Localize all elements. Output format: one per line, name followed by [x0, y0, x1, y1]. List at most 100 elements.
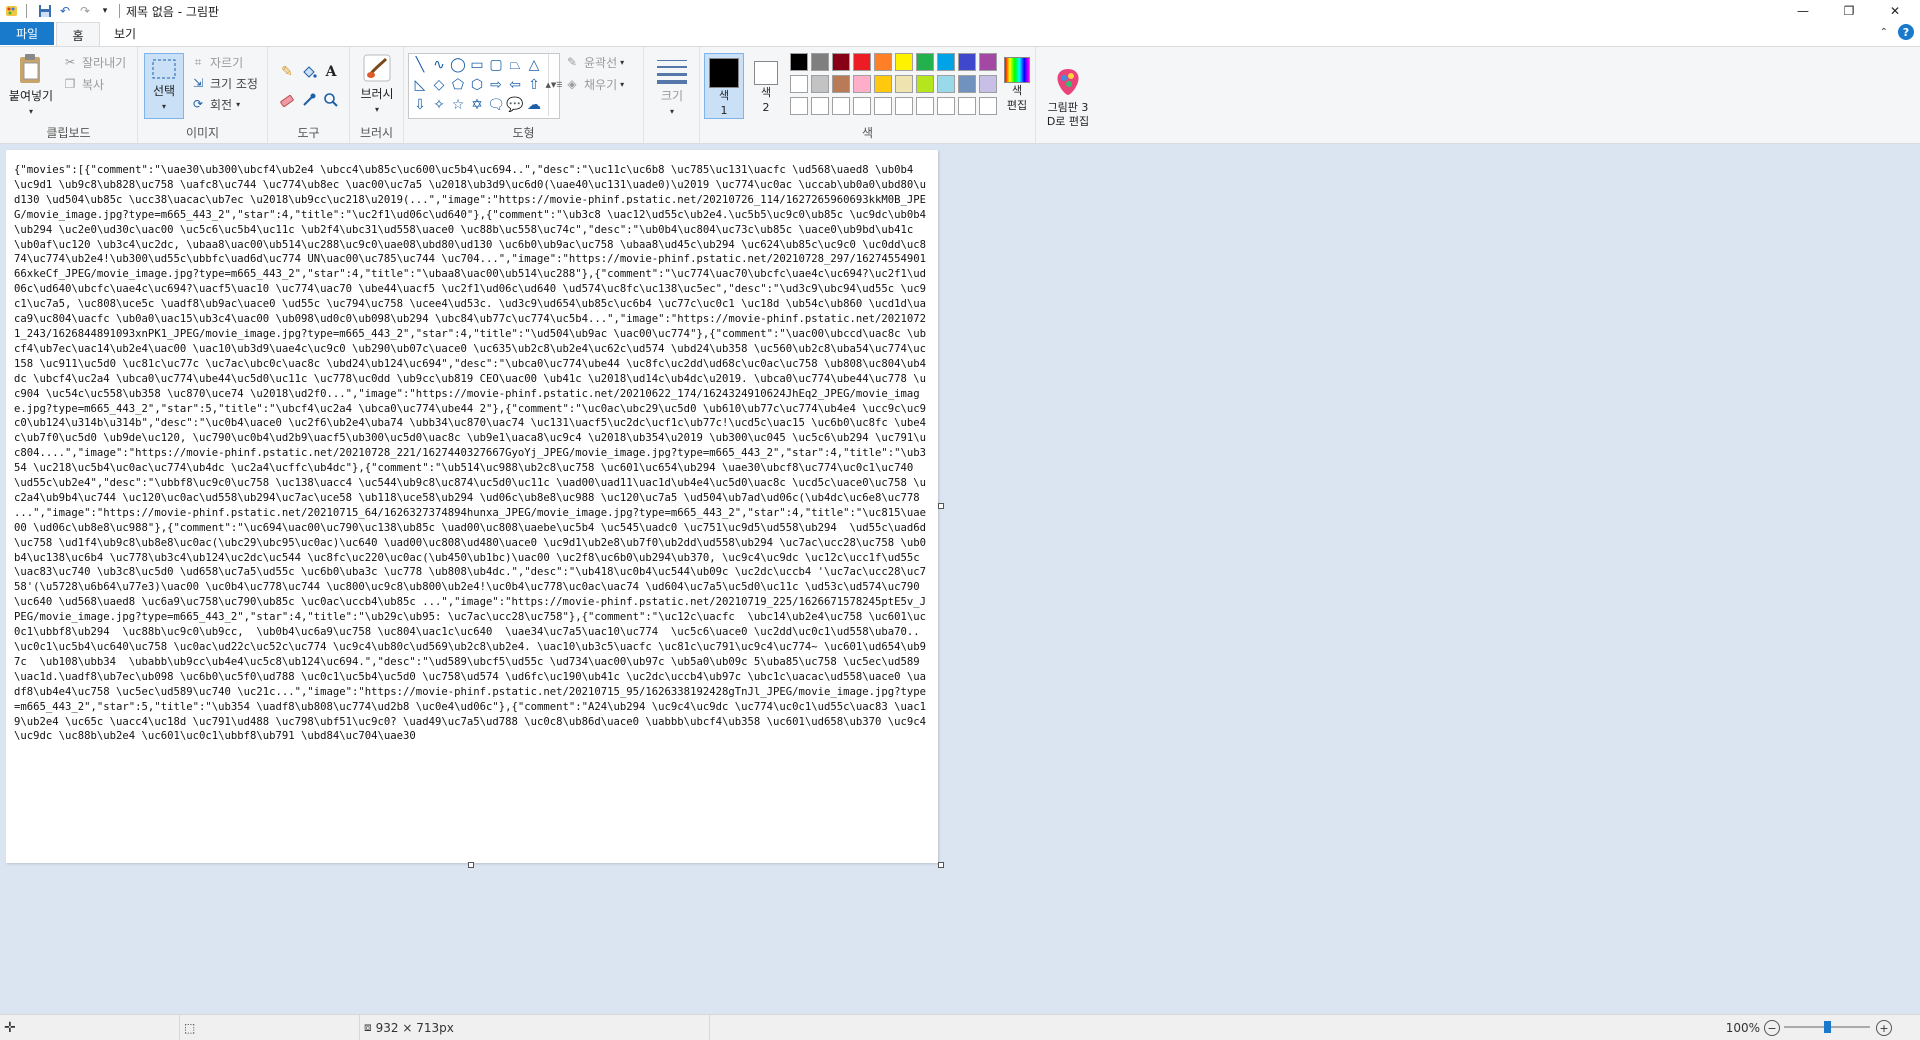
fill-button[interactable]: ◈ 채우기 ▾: [564, 75, 624, 93]
palette-swatch[interactable]: [895, 53, 913, 71]
left-arrow-shape-icon[interactable]: ⇦: [506, 76, 524, 94]
customize-quick-access-icon[interactable]: ▾: [97, 3, 113, 19]
outline-button[interactable]: ✎ 윤곽선 ▾: [564, 53, 624, 71]
fill-bucket-icon[interactable]: [298, 61, 320, 83]
outline-dropdown-icon[interactable]: ▾: [620, 58, 624, 67]
minimize-button[interactable]: —: [1780, 0, 1826, 22]
palette-swatch[interactable]: [853, 75, 871, 93]
zoom-out-icon[interactable]: −: [1764, 1020, 1780, 1036]
palette-swatch[interactable]: [958, 75, 976, 93]
select-dropdown-icon[interactable]: ▾: [162, 99, 166, 114]
edit-colors-button[interactable]: 색 편집: [1000, 53, 1034, 113]
fill-dropdown-icon[interactable]: ▾: [620, 80, 624, 89]
select-button[interactable]: 선택 ▾: [144, 53, 184, 119]
palette-swatch[interactable]: [811, 53, 829, 71]
triangle-shape-icon[interactable]: △: [525, 56, 543, 74]
palette-swatch[interactable]: [916, 53, 934, 71]
palette-swatch[interactable]: [916, 97, 934, 115]
palette-swatch[interactable]: [895, 97, 913, 115]
up-arrow-shape-icon[interactable]: ⇧: [525, 76, 543, 94]
edit-with-paint3d-button[interactable]: 그림판 3 D로 편집: [1040, 53, 1096, 129]
text-tool-icon[interactable]: A: [320, 61, 342, 83]
cloud-callout-shape-icon[interactable]: ☁: [525, 96, 543, 114]
resize-button[interactable]: ⇲ 크기 조정: [190, 74, 258, 92]
palette-swatch[interactable]: [853, 53, 871, 71]
rotate-dropdown-icon[interactable]: ▾: [236, 100, 240, 109]
rounded-rectangle-shape-icon[interactable]: ▢: [487, 56, 505, 74]
palette-swatch[interactable]: [916, 75, 934, 93]
palette-swatch[interactable]: [979, 53, 997, 71]
palette-swatch[interactable]: [937, 75, 955, 93]
four-point-star-shape-icon[interactable]: ✧: [430, 96, 448, 114]
palette-swatch[interactable]: [853, 97, 871, 115]
canvas-resize-handle-right[interactable]: [938, 503, 944, 509]
help-icon[interactable]: ?: [1898, 24, 1914, 40]
collapse-ribbon-icon[interactable]: ⌃: [1880, 27, 1888, 38]
zoom-in-icon[interactable]: +: [1876, 1020, 1892, 1036]
undo-icon[interactable]: ↶: [57, 3, 73, 19]
palette-swatch[interactable]: [790, 53, 808, 71]
size-dropdown-icon[interactable]: ▾: [670, 104, 674, 119]
oval-callout-shape-icon[interactable]: 💬: [506, 96, 524, 114]
redo-icon[interactable]: ↷: [77, 3, 93, 19]
zoom-slider[interactable]: [1784, 1021, 1870, 1033]
oval-shape-icon[interactable]: ◯: [449, 56, 467, 74]
canvas-resize-handle-corner[interactable]: [938, 862, 944, 868]
polygon-shape-icon[interactable]: ⏢: [506, 56, 524, 74]
rotate-button[interactable]: ⟳ 회전 ▾: [190, 95, 240, 113]
palette-swatch[interactable]: [832, 53, 850, 71]
maximize-button[interactable]: ❐: [1826, 0, 1872, 22]
right-triangle-shape-icon[interactable]: ◺: [411, 76, 429, 94]
palette-swatch[interactable]: [832, 97, 850, 115]
tab-home[interactable]: 홈: [56, 22, 100, 47]
paste-dropdown-icon[interactable]: ▾: [29, 104, 33, 119]
cut-button[interactable]: ✂ 잘라내기: [62, 53, 126, 71]
palette-swatch[interactable]: [811, 97, 829, 115]
palette-swatch[interactable]: [832, 75, 850, 93]
color1-button[interactable]: 색 1: [704, 53, 744, 119]
tab-file[interactable]: 파일: [0, 22, 54, 45]
palette-swatch[interactable]: [937, 97, 955, 115]
size-button[interactable]: 크기 ▾: [650, 57, 694, 119]
right-arrow-shape-icon[interactable]: ⇨: [487, 76, 505, 94]
palette-swatch[interactable]: [979, 97, 997, 115]
rectangle-shape-icon[interactable]: ▭: [468, 56, 486, 74]
palette-swatch[interactable]: [979, 75, 997, 93]
pentagon-shape-icon[interactable]: ⬠: [449, 76, 467, 94]
zoom-slider-thumb[interactable]: [1824, 1021, 1831, 1033]
curve-shape-icon[interactable]: ∿: [430, 56, 448, 74]
palette-swatch[interactable]: [790, 75, 808, 93]
palette-swatch[interactable]: [790, 97, 808, 115]
palette-swatch[interactable]: [895, 75, 913, 93]
copy-button[interactable]: ❐ 복사: [62, 75, 104, 93]
six-point-star-shape-icon[interactable]: ✡: [468, 96, 486, 114]
close-button[interactable]: ✕: [1872, 0, 1918, 22]
diamond-shape-icon[interactable]: ◇: [430, 76, 448, 94]
palette-swatch[interactable]: [937, 53, 955, 71]
brushes-button[interactable]: 브러시 ▾: [356, 53, 398, 117]
crop-button[interactable]: ⌗ 자르기: [190, 53, 244, 71]
palette-swatch[interactable]: [874, 53, 892, 71]
color2-button[interactable]: 색 2: [748, 53, 784, 115]
rounded-callout-shape-icon[interactable]: 🗨: [487, 96, 505, 114]
canvas-resize-handle-bottom[interactable]: [468, 862, 474, 868]
hexagon-shape-icon[interactable]: ⬡: [468, 76, 486, 94]
save-icon[interactable]: [37, 3, 53, 19]
drawing-canvas[interactable]: {"movies":[{"comment":"\uae30\ub300\ubcf…: [6, 150, 938, 863]
brushes-dropdown-icon[interactable]: ▾: [375, 102, 379, 117]
palette-swatch[interactable]: [874, 75, 892, 93]
down-arrow-shape-icon[interactable]: ⇩: [411, 96, 429, 114]
pencil-icon[interactable]: ✎: [276, 61, 298, 83]
five-point-star-shape-icon[interactable]: ☆: [449, 96, 467, 114]
palette-swatch[interactable]: [958, 97, 976, 115]
eraser-icon[interactable]: [276, 89, 298, 111]
tab-view[interactable]: 보기: [104, 22, 146, 45]
palette-swatch[interactable]: [874, 97, 892, 115]
palette-swatch[interactable]: [958, 53, 976, 71]
paste-button[interactable]: 붙여넣기 ▾: [4, 53, 58, 119]
magnifier-icon[interactable]: [320, 89, 342, 111]
line-shape-icon[interactable]: ╲: [411, 56, 429, 74]
palette-swatch[interactable]: [811, 75, 829, 93]
color-picker-icon[interactable]: [298, 89, 320, 111]
shapes-gallery-scroll[interactable]: ▲▼☰: [545, 54, 563, 116]
